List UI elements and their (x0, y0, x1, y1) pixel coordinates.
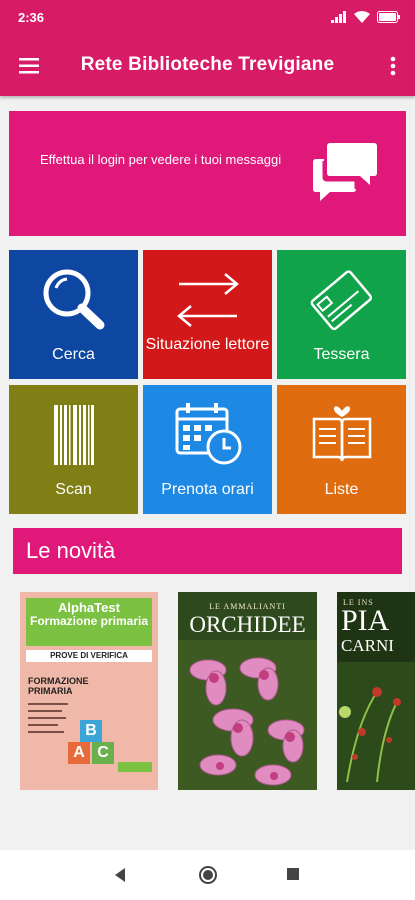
swap-arrows-icon (176, 273, 239, 327)
login-messages-card[interactable]: Effettua il login per vedere i tuoi mess… (9, 111, 406, 236)
tile-tessera[interactable]: Tessera (277, 250, 406, 379)
status-icons (331, 11, 401, 23)
block-b: B (80, 720, 102, 742)
book-title: PIA (341, 604, 390, 637)
tile-label: Tessera (313, 346, 370, 363)
app-bar: Rete Biblioteche Trevigiane (0, 36, 415, 96)
status-bar: 2:36 (0, 0, 415, 36)
open-book-icon (312, 406, 371, 462)
tile-liste[interactable]: Liste (277, 385, 406, 514)
more-options-icon[interactable] (387, 54, 399, 78)
carnivorous-plant-image (337, 662, 415, 790)
system-nav-bar (0, 850, 415, 900)
book-top-title: Formazione primaria (29, 614, 149, 628)
news-carousel[interactable]: AlphaTest Formazione primaria PROVE DI V… (0, 590, 415, 795)
book-cover[interactable]: LE AMMALIANTI ORCHIDEE (178, 592, 317, 790)
chat-bubbles-icon (313, 143, 377, 201)
tile-prenota-orari[interactable]: Prenota orari (143, 385, 272, 514)
tile-situazione-lettore[interactable]: Situazione lettore (143, 250, 272, 379)
battery-icon (377, 11, 400, 23)
tile-cerca[interactable]: Cerca (9, 250, 138, 379)
book-subtitle: PROVE DI VERIFICA (26, 650, 152, 662)
book-cover[interactable]: AlphaTest Formazione primaria PROVE DI V… (20, 592, 158, 790)
recents-icon[interactable] (286, 867, 300, 881)
book-title: ORCHIDEE (189, 612, 306, 637)
tile-label: Scan (55, 481, 92, 498)
book-title-2: CARNI (341, 636, 394, 655)
tile-label: Prenota orari (161, 481, 254, 498)
news-section-header: Le novità (13, 528, 402, 574)
book-brand: AlphaTest (58, 600, 120, 615)
tile-label: Liste (324, 481, 359, 498)
book-cover[interactable]: LE INS PIA CARNI (337, 592, 415, 790)
book-series: LE AMMALIANTI (209, 602, 286, 611)
tile-label: Cerca (52, 346, 95, 363)
block-a: A (68, 742, 90, 764)
home-icon[interactable] (198, 865, 218, 885)
block-c: C (92, 742, 114, 764)
back-icon[interactable] (113, 867, 127, 883)
login-message: Effettua il login per vedere i tuoi mess… (40, 152, 282, 167)
signal-icon (331, 11, 346, 23)
status-time: 2:36 (18, 10, 45, 25)
search-icon (43, 269, 104, 330)
barcode-icon (53, 405, 94, 465)
orchid-image (178, 640, 317, 790)
app-title: Rete Biblioteche Trevigiane (80, 54, 335, 75)
tile-scan[interactable]: Scan (9, 385, 138, 514)
book-main-title: FORMAZIONE PRIMARIA (28, 676, 89, 696)
tile-label: Situazione lettore (145, 336, 270, 353)
calendar-clock-icon (175, 403, 241, 465)
card-icon (310, 270, 372, 331)
wifi-icon (354, 11, 370, 23)
